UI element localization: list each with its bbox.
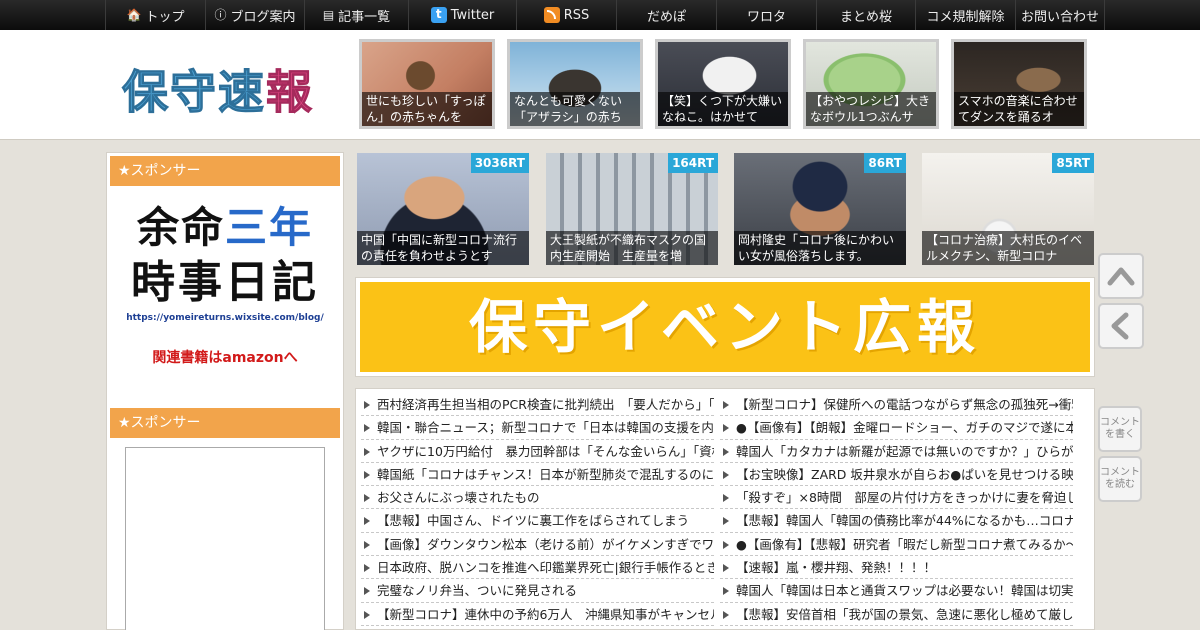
event-banner[interactable]: 保守イベント広報 xyxy=(355,277,1095,377)
thumb-caption: 【コロナ治療】大村氏のイベルメクチン、新型コロナ xyxy=(922,231,1094,265)
header-thumb[interactable]: なんとも可愛くない「アザラシ」の赤ち xyxy=(507,39,643,129)
thumb-caption: スマホの音楽に合わせてダンスを踊るオ xyxy=(954,92,1084,126)
chevron-up-icon xyxy=(1107,267,1135,286)
nav-item-warota[interactable]: ワロタ xyxy=(716,0,816,30)
article-link[interactable]: 完璧なノリ弁当、ついに発見される xyxy=(361,579,714,603)
article-link[interactable]: 【新型コロナ】保健所への電話つながらず無念の孤独死→衝撃 xyxy=(720,393,1073,417)
article-link[interactable]: 韓国人「カタカナは新羅が起源では無いのですか？」ひらがと xyxy=(720,440,1073,463)
left-sidebar: ★スポンサー 余命三年 時事日記 https://yomeireturns.wi… xyxy=(106,152,344,630)
article-link[interactable]: 西村経済再生担当相のPCR検査に批判続出 「要人だから」「 xyxy=(361,393,714,417)
thumb-caption: 世にも珍しい「すっぽん」の赤ちゃんを xyxy=(362,92,492,126)
ranking-thumb[interactable]: 164RT 大王製紙が不織布マスクの国内生産開始 生産量を増 xyxy=(546,153,718,265)
site-logo[interactable]: 保守速報 xyxy=(122,56,314,122)
nav-item-twitter[interactable]: t Twitter xyxy=(408,0,516,30)
nav-item-damepo[interactable]: だめぽ xyxy=(616,0,716,30)
article-link[interactable]: 【お宝映像】ZARD 坂井泉水が自らお●ぱいを見せつける映像が xyxy=(720,463,1073,487)
nav-label: 記事一覧 xyxy=(338,9,391,25)
article-link[interactable]: 【新型コロナ】連休中の予約6万人 沖縄県知事がキャンセルを xyxy=(361,603,714,626)
article-link[interactable]: ●【画像有】【朗報】金曜ロードショー、ガチのマジで遂に本気 xyxy=(720,416,1073,440)
retweet-count-badge: 3036RT xyxy=(470,153,529,173)
article-link[interactable]: 韓国人「韓国は日本と通貨スワップは必要ない！韓国は切実な xyxy=(720,579,1073,603)
article-link[interactable]: 【画像】ダウンタウン松本（老ける前）がイケメンすぎでワロ xyxy=(361,533,714,557)
nav-label: トップ xyxy=(145,9,185,25)
nav-item-contact[interactable]: お問い合わせ xyxy=(1015,0,1105,30)
ranking-thumb[interactable]: 3036RT 中国「中国に新型コロナ流行の責任を負わせようとす xyxy=(357,153,529,265)
logo-text-accent: 報 xyxy=(266,65,314,120)
article-links-right: 【新型コロナ】保健所への電話つながらず無念の孤独死→衝撃 ●【画像有】【朗報】金… xyxy=(720,393,1073,626)
nav-label: RSS xyxy=(563,7,590,23)
article-links-left: 西村経済再生担当相のPCR検査に批判続出 「要人だから」「 韓国・聯合ニュース；… xyxy=(361,393,714,626)
nav-label: ワロタ xyxy=(746,9,786,25)
thumb-caption: 岡村隆史「コロナ後にかわいい女が風俗落ちします。 xyxy=(734,231,906,265)
write-comment-button[interactable]: コメントを書く xyxy=(1098,406,1142,452)
sponsor-heading: ★スポンサー xyxy=(110,156,340,186)
retweet-count-badge: 164RT xyxy=(668,153,718,173)
article-link[interactable]: 韓国・聯合ニュース；新型コロナで「日本は韓国の支援を内心 xyxy=(361,416,714,440)
sponsor-ad-box[interactable] xyxy=(125,447,325,630)
nav-item-blog-guide[interactable]: ⓘ ブログ案内 xyxy=(205,0,304,30)
book-title-line2: 時事日記 xyxy=(131,257,319,308)
back-button[interactable] xyxy=(1098,303,1144,349)
nav-label: コメ規制解除 xyxy=(926,9,1005,25)
article-link[interactable]: 【悲報】安倍首相「我が国の景気、急速に悪化し極めて厳しい xyxy=(720,603,1073,626)
header-thumb[interactable]: スマホの音楽に合わせてダンスを踊るオ xyxy=(951,39,1087,129)
article-link[interactable]: ヤクザに10万円給付 暴力団幹部は「そんな金いらん」「資格 xyxy=(361,440,714,463)
nav-label: お問い合わせ xyxy=(1020,9,1099,25)
list-icon: ▤ xyxy=(322,8,335,22)
ranking-thumb[interactable]: 86RT 岡村隆史「コロナ後にかわいい女が風俗落ちします。 xyxy=(734,153,906,265)
header-thumb[interactable]: 世にも珍しい「すっぽん」の赤ちゃんを xyxy=(359,39,495,129)
retweet-count-badge: 85RT xyxy=(1052,153,1094,173)
nav-label: まとめ桜 xyxy=(839,9,892,25)
thumb-caption: 【おやつレシピ】大きなボウル1つぶんサ xyxy=(806,92,936,126)
nav-item-rss[interactable]: RSS xyxy=(516,0,616,30)
thumb-caption: 中国「中国に新型コロナ流行の責任を負わせようとす xyxy=(357,231,529,265)
article-link[interactable]: 【悲報】韓国人「韓国の債務比率が44%になるかも…コロナショ xyxy=(720,509,1073,533)
logo-text: 保守速 xyxy=(122,65,266,120)
article-links: 西村経済再生担当相のPCR検査に批判続出 「要人だから」「 韓国・聯合ニュース；… xyxy=(355,388,1095,630)
header-thumb[interactable]: 【おやつレシピ】大きなボウル1つぶんサ xyxy=(803,39,939,129)
thumb-caption: なんとも可愛くない「アザラシ」の赤ち xyxy=(510,92,640,126)
twitter-icon: t xyxy=(430,7,447,23)
rss-icon xyxy=(543,7,560,23)
header-thumb[interactable]: 【笑】くつ下が大嫌いなねこ。はかせて xyxy=(655,39,791,129)
book-title-part-accent: 三年 xyxy=(225,203,314,252)
nav-menu: 🏠 トップ ⓘ ブログ案内 ▤ 記事一覧 t Twitter RSS だめぽ ワロタ ま… xyxy=(105,0,1105,30)
read-comments-button[interactable]: コメントを読む xyxy=(1098,456,1142,502)
nav-item-comment-unban[interactable]: コメ規制解除 xyxy=(915,0,1015,30)
nav-item-article-list[interactable]: ▤ 記事一覧 xyxy=(304,0,408,30)
book-ad[interactable]: 余命三年 時事日記 https://yomeireturns.wixsite.c… xyxy=(125,201,325,381)
article-link[interactable]: 【悲報】中国さん、ドイツに裏工作をばらされてしまう xyxy=(361,509,714,533)
info-icon: ⓘ xyxy=(214,8,227,22)
amazon-link[interactable]: 関連書籍はamazonへ xyxy=(125,347,325,367)
article-link[interactable]: 【速報】嵐・櫻井翔、発熱！！！！ xyxy=(720,556,1073,580)
scroll-top-button[interactable] xyxy=(1098,253,1144,299)
sponsor-heading: ★スポンサー xyxy=(110,408,340,438)
article-link[interactable]: 韓国紙「コロナはチャンス！日本が新型肺炎で混乱するのに乗 xyxy=(361,463,714,487)
thumb-caption: 大王製紙が不織布マスクの国内生産開始 生産量を増 xyxy=(546,231,718,265)
home-icon: 🏠 xyxy=(126,8,142,22)
article-link[interactable]: 「殺すぞ」×8時間 部屋の片付け方をきっかけに妻を脅迫し続 xyxy=(720,486,1073,510)
nav-label: Twitter xyxy=(450,7,495,23)
nav-label: ブログ案内 xyxy=(230,9,296,25)
article-link[interactable]: お父さんにぶっ壊されたもの xyxy=(361,486,714,510)
event-banner-text: 保守イベント広報 xyxy=(360,282,1090,372)
retweet-count-badge: 86RT xyxy=(864,153,906,173)
article-link[interactable]: ●【画像有】【悲報】研究者「暇だし新型コロナ煮てみるか～」 xyxy=(720,533,1073,557)
ranking-thumb[interactable]: 85RT 【コロナ治療】大村氏のイベルメクチン、新型コロナ xyxy=(922,153,1094,265)
nav-item-top[interactable]: 🏠 トップ xyxy=(105,0,205,30)
book-title-part: 余命 xyxy=(136,203,225,252)
nav-label: だめぽ xyxy=(646,9,686,25)
nav-item-matome-sakura[interactable]: まとめ桜 xyxy=(816,0,915,30)
book-title-line1: 余命三年 xyxy=(125,201,325,255)
article-link[interactable]: 日本政府、脱ハンコを推進へ印鑑業界死亡|銀行手帳作るとき xyxy=(361,556,714,580)
top-nav-bar: 🏠 トップ ⓘ ブログ案内 ▤ 記事一覧 t Twitter RSS だめぽ ワロタ ま… xyxy=(0,0,1200,30)
book-url: https://yomeireturns.wixsite.com/blog/ xyxy=(126,313,324,323)
thumb-caption: 【笑】くつ下が大嫌いなねこ。はかせて xyxy=(658,92,788,126)
chevron-left-icon xyxy=(1111,312,1129,340)
